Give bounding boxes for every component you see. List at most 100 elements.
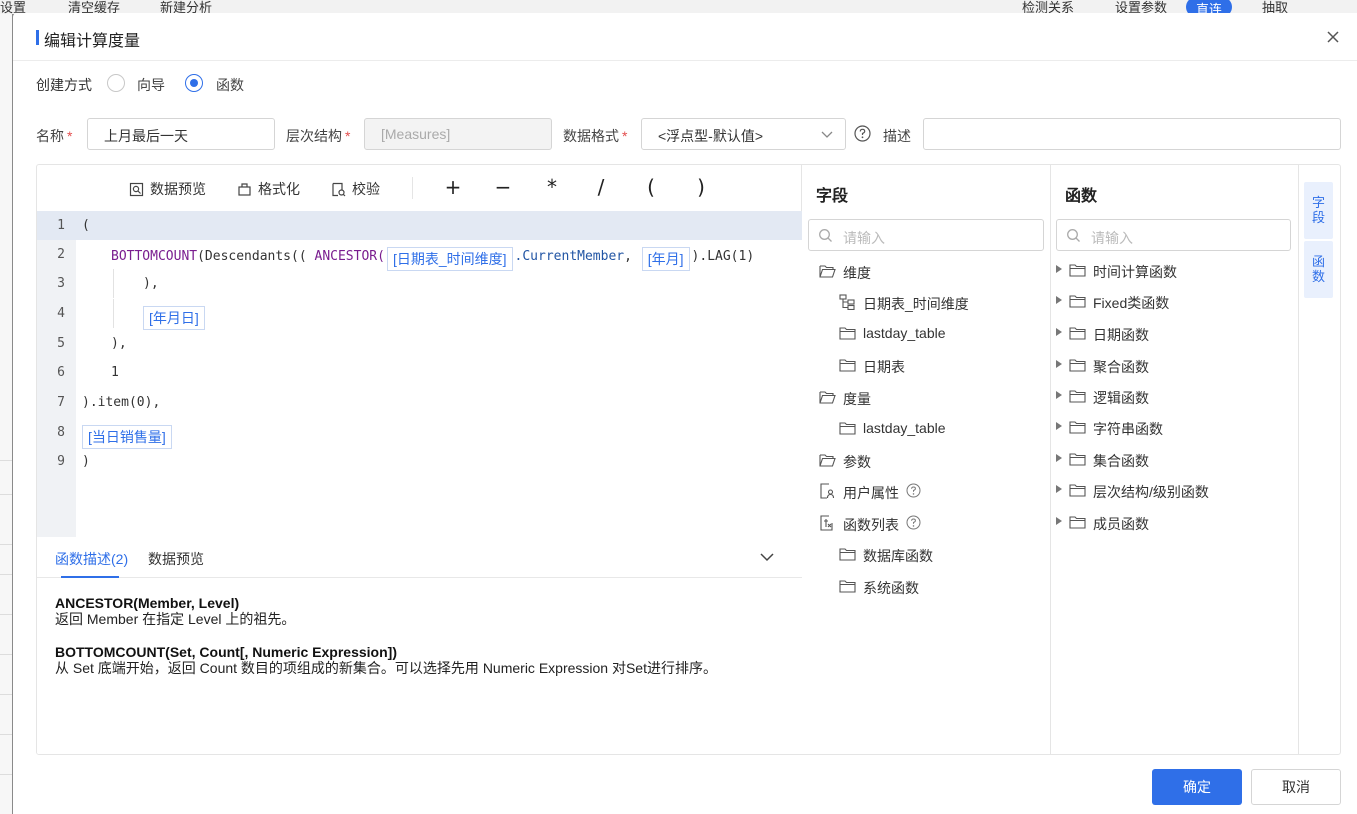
caret-right-icon <box>1056 360 1062 368</box>
dialog-title: 编辑计算度量 <box>44 33 141 50</box>
folder-icon <box>1069 421 1086 434</box>
format-label: 数据格式 * <box>563 128 628 144</box>
bg-direct-button: 直连 <box>1186 0 1233 14</box>
function-category-label: 日期函数 <box>1093 327 1149 343</box>
caret-right-icon <box>1056 391 1062 399</box>
fields-search-input[interactable]: 请输入 <box>808 219 1044 251</box>
bg-clear-cache: 清空缓存 <box>68 0 121 14</box>
hierarchy-label: 层次结构 * <box>286 128 351 144</box>
background-toolbar: 设置 清空缓存 新建分析 检测关系 设置参数 直连 抽取 <box>0 0 1357 14</box>
bg-settings: 设置 <box>0 0 27 14</box>
op-lparen-button[interactable]: ( <box>639 175 663 199</box>
op-minus-button[interactable]: − <box>491 175 515 199</box>
edit-measure-dialog: 编辑计算度量 创建方式 向导 函数 名称 * 上月最后一天 层次结构 * [Meas… <box>13 13 1357 814</box>
function-category-label: 成员函数 <box>1093 516 1149 532</box>
fn-signature: BOTTOMCOUNT(Set, Count[, Numeric Express… <box>55 644 397 660</box>
help-icon[interactable] <box>906 483 921 498</box>
code-line[interactable]: 7 ).item(0), <box>37 388 802 417</box>
help-icon[interactable] <box>854 125 871 142</box>
folder-icon <box>1069 264 1086 277</box>
field-chip[interactable]: [日期表_时间维度] <box>386 247 513 271</box>
dialog-header: 编辑计算度量 <box>13 13 1357 61</box>
code-line[interactable]: 8 [当日销售量] <box>37 418 802 449</box>
format-code-button[interactable]: 格式化 <box>237 179 300 199</box>
close-icon[interactable] <box>1323 27 1343 47</box>
side-tab-functions[interactable]: 函数 <box>1304 241 1333 298</box>
code-line[interactable]: 6 1 <box>37 358 802 387</box>
radio-wizard-label[interactable]: 向导 <box>137 75 165 95</box>
radio-function-label[interactable]: 函数 <box>216 75 244 95</box>
folder-icon <box>1069 453 1086 466</box>
op-divide-button[interactable]: / <box>589 175 613 199</box>
description-panel: 函数描述(2) 数据预览 ANCESTOR(Member, Level) 返回 … <box>37 537 802 754</box>
code-line[interactable]: 3 ), <box>37 269 802 298</box>
caret-right-icon <box>1056 422 1062 430</box>
functions-search-input[interactable]: 请输入 <box>1056 219 1291 251</box>
function-category-label: Fixed类函数 <box>1093 295 1170 311</box>
caret-right-icon <box>1056 454 1062 462</box>
code-line[interactable]: 9 ) <box>37 447 802 476</box>
confirm-button[interactable]: 确定 <box>1152 769 1242 805</box>
op-rparen-button[interactable]: ) <box>689 175 713 199</box>
function-descriptions: ANCESTOR(Member, Level) 返回 Member 在指定 Le… <box>55 595 717 676</box>
data-preview-button[interactable]: 数据预览 <box>129 179 206 199</box>
properties-row: 名称 * 上月最后一天 层次结构 * [Measures] 数据格式 * <浮点型-默… <box>13 117 1357 151</box>
caret-right-icon <box>1056 328 1062 336</box>
background-left-strip <box>0 14 12 814</box>
bg-extract: 抽取 <box>1262 0 1289 14</box>
folder-icon <box>1069 327 1086 340</box>
bg-detect-relation: 检测关系 <box>1022 0 1075 14</box>
fields-title: 字段 <box>816 188 849 205</box>
folder-icon <box>1069 390 1086 403</box>
side-tab-fields-label: 字段 <box>1311 195 1325 225</box>
code-area[interactable]: 1 ( 2 BOTTOMCOUNT(Descendants(( ANCESTOR… <box>37 211 802 537</box>
function-list-icon <box>820 515 833 531</box>
radio-function[interactable] <box>185 74 203 92</box>
fields-panel: 字段 请输入 维度 日期表_时间维度 lastday_table 日期表 度量 … <box>802 165 1051 754</box>
cancel-button[interactable]: 取消 <box>1251 769 1341 805</box>
format-select[interactable]: <浮点型-默认值> <box>641 118 846 150</box>
code-line[interactable]: 1 ( <box>37 211 802 240</box>
side-tab-fields[interactable]: 字段 <box>1304 182 1333 239</box>
function-category-label: 字符串函数 <box>1093 421 1163 437</box>
op-multiply-button[interactable]: * <box>540 175 564 199</box>
fn-signature: ANCESTOR(Member, Level) <box>55 595 240 611</box>
name-input[interactable]: 上月最后一天 <box>87 118 275 150</box>
functions-title: 函数 <box>1065 188 1098 205</box>
validate-button[interactable]: 校验 <box>331 179 380 199</box>
field-chip[interactable]: [年月日] <box>143 306 205 330</box>
tab-data-preview[interactable]: 数据预览 <box>148 549 204 569</box>
active-tab-underline <box>61 576 119 578</box>
desc-input[interactable] <box>923 118 1341 150</box>
chevron-down-icon[interactable] <box>758 548 776 566</box>
search-icon <box>1067 229 1080 242</box>
functions-panel: 函数 请输入 时间计算函数 Fixed类函数 日期函数 聚合函数 逻辑函数 字符串函数 集合… <box>1051 165 1299 754</box>
fn-description: 返回 Member 在指定 Level 上的祖先。 <box>55 611 296 627</box>
op-plus-button[interactable]: + <box>441 175 465 199</box>
field-chip[interactable]: [年月] <box>641 247 690 271</box>
code-line[interactable]: 4 [年月日] <box>37 299 802 330</box>
desc-tabs: 函数描述(2) 数据预览 <box>37 537 802 578</box>
caret-right-icon <box>1056 265 1062 273</box>
caret-right-icon <box>1056 485 1062 493</box>
tab-function-desc[interactable]: 函数描述(2) <box>55 549 128 569</box>
format-icon <box>238 183 251 196</box>
folder-icon <box>1069 516 1086 529</box>
editor-container: 数据预览 格式化 校验 + − * / ( ) 1 ( 2 BOTTOMCOUN… <box>36 164 1341 755</box>
code-line[interactable]: 2 BOTTOMCOUNT(Descendants(( ANCESTOR([日期… <box>37 240 802 271</box>
radio-wizard[interactable] <box>107 74 125 92</box>
field-chip[interactable]: [当日销售量] <box>82 425 172 449</box>
chevron-down-icon <box>821 131 833 138</box>
preview-icon <box>129 182 144 197</box>
code-line[interactable]: 5 ), <box>37 329 802 358</box>
bg-set-params: 设置参数 <box>1115 0 1168 14</box>
help-icon[interactable] <box>906 515 921 530</box>
caret-right-icon <box>1056 517 1062 525</box>
validate-icon <box>332 182 346 197</box>
folder-open-icon <box>819 454 836 467</box>
folder-icon <box>1069 484 1086 497</box>
indent-guide <box>113 269 114 298</box>
desc-label: 描述 <box>883 128 911 144</box>
format-value: <浮点型-默认值> <box>658 128 764 144</box>
function-category-label: 聚合函数 <box>1093 359 1149 375</box>
